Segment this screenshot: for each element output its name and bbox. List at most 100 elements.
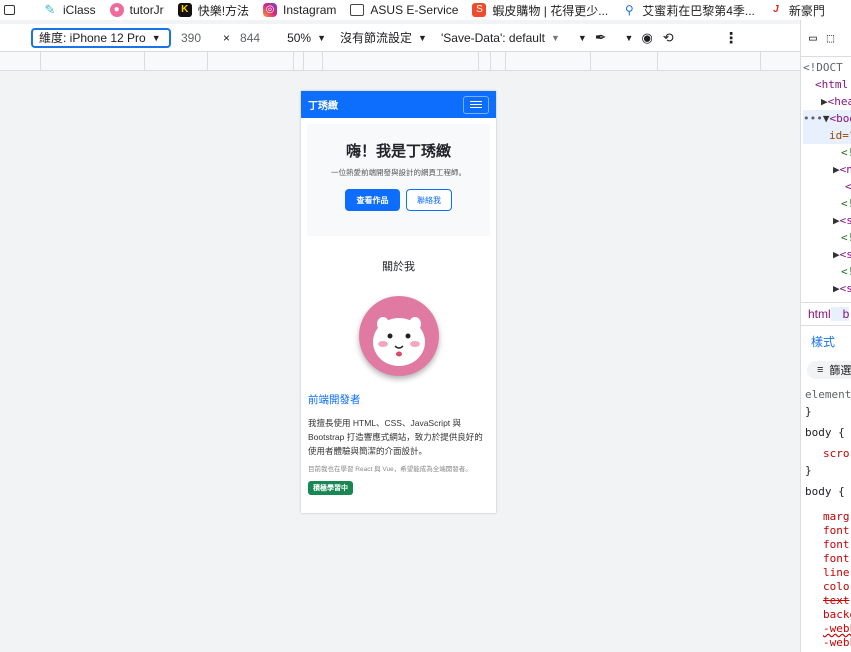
expand-icon[interactable]: ▶ (833, 282, 840, 295)
about-description: 我擅長使用 HTML、CSS、JavaScript 與 Bootstrap 打造… (308, 418, 483, 456)
instagram-icon: ◎ (263, 3, 278, 17)
css-prop-line[interactable]: font (805, 524, 851, 538)
dom-line[interactable]: <! (803, 144, 851, 161)
navbar-brand[interactable]: 丁琇緻 (308, 97, 338, 112)
css-prop-line[interactable]: colo (805, 580, 851, 594)
device-toolbar: 維度: iPhone 12 Pro ▼ 390 × 844 50% ▼ 沒有節流… (0, 24, 800, 52)
devtools-panel: ▭ ⬚ <!DOCT <html ▶<hea •••▼<bod id=" <! … (800, 20, 851, 652)
role-heading: 前端開發者 (308, 394, 361, 406)
chevron-down-icon[interactable]: ▼ (625, 33, 634, 43)
hamburger-icon (470, 101, 482, 102)
bookmark-asus[interactable]: ASUS E-Service (350, 3, 458, 17)
iclass-icon: ✎ (44, 2, 56, 17)
kuaile-icon: K (177, 3, 192, 17)
dom-line[interactable]: ▶<s (803, 246, 851, 263)
css-prop-line[interactable]: marg (805, 510, 851, 524)
css-rule-line: } (805, 464, 812, 477)
css-prop-line[interactable]: font (805, 552, 851, 566)
device-toggle-icon[interactable]: ▭ (809, 31, 817, 46)
navbar: 丁琇緻 (301, 91, 496, 118)
device-dimension-select[interactable]: 維度: iPhone 12 Pro ▼ (31, 27, 171, 48)
css-prop-line[interactable]: font (805, 538, 851, 552)
dom-line[interactable]: ▶<n (803, 161, 851, 178)
dom-line[interactable]: <! (803, 195, 851, 212)
bookmark-label: ASUS E-Service (370, 3, 459, 17)
dom-line[interactable]: <html (803, 76, 851, 93)
filter-icon: ≡ (817, 364, 824, 376)
media-query-ruler (0, 52, 800, 71)
hero-title: 嗨！我是丁琇緻 (345, 143, 451, 160)
bookmark-iclass[interactable]: ✎ iClass (43, 2, 96, 18)
bookmark-label: iClass (63, 3, 96, 17)
save-data-select[interactable]: 'Save-Data': default ▼ (441, 31, 560, 45)
menu-toggle-button[interactable] (463, 95, 489, 114)
height-input[interactable]: 844 (240, 31, 260, 45)
more-options-icon[interactable]: ⋮ (724, 29, 739, 47)
css-rule-line: } (805, 405, 812, 418)
inspect-icon[interactable]: ⬚ (827, 31, 834, 45)
dom-line[interactable]: ▶<s (803, 212, 851, 229)
status-badge: 積極學習中 (308, 481, 353, 495)
contact-button[interactable]: 聯絡我 (406, 189, 452, 211)
rotate-icon[interactable]: ⟲ (663, 30, 674, 46)
styles-filter-input[interactable]: ≡ 篩選 (807, 361, 851, 379)
bookmark-tutorjr[interactable]: ● tutorJr (109, 3, 164, 17)
devtools-toolbar: ▭ ⬚ (801, 20, 851, 57)
breadcrumb-body[interactable]: b (830, 307, 850, 321)
bookmark-shopee[interactable]: S 蝦皮購物 | 花得更少... (472, 2, 608, 19)
css-prop-line[interactable]: line (805, 566, 851, 580)
expand-icon[interactable]: ▶ (833, 214, 840, 227)
eyedropper-icon[interactable]: ✒ (595, 29, 607, 46)
dom-line[interactable]: </ (803, 178, 851, 195)
bookmark-label: tutorJr (129, 3, 164, 17)
shopee-icon: S (472, 3, 487, 17)
character-icon (372, 317, 425, 366)
hero-section: 嗨！我是丁琇緻 一位熱愛前端開發與設計的網頁工程師。 查看作品 聯絡我 (307, 124, 490, 236)
css-rule-line[interactable]: scro (805, 445, 851, 462)
chevron-down-icon[interactable]: ▼ (578, 33, 587, 43)
avatar (358, 296, 439, 376)
css-rule-line: body { (805, 485, 845, 498)
css-prop-line[interactable]: -webk (805, 622, 851, 636)
bookmark-window[interactable] (4, 5, 21, 15)
bookmarks-bar: ✎ iClass ● tutorJr K 快樂!方法 ◎ Instagram A… (0, 0, 851, 20)
dom-line[interactable]: ▶<s (803, 280, 851, 297)
about-title: 關於我 (382, 261, 415, 273)
expand-icon[interactable]: ▶ (833, 163, 840, 176)
search-icon: ⚲ (624, 3, 634, 17)
dom-line[interactable]: <! (803, 229, 851, 246)
width-input[interactable]: 390 (181, 31, 201, 45)
hero-subtitle: 一位熱愛前端開發與設計的網頁工程師。 (331, 168, 466, 177)
dom-line[interactable]: ▶<hea (803, 93, 851, 110)
zoom-select[interactable]: 50% ▼ (287, 31, 326, 45)
dom-line[interactable]: <!DOCT (803, 59, 851, 76)
bookmark-emily[interactable]: ⚲ 艾蜜莉在巴黎第4季... (622, 2, 755, 19)
tab-styles[interactable]: 樣式 (811, 333, 835, 350)
bookmark-j[interactable]: J 新豪門 (769, 2, 825, 19)
dom-line[interactable]: <! (803, 263, 851, 280)
css-prop-line[interactable]: backg (805, 608, 851, 622)
dom-line[interactable]: id=" (803, 127, 851, 144)
expand-icon[interactable]: ▶ (821, 95, 828, 108)
css-prop-line[interactable]: text (805, 594, 851, 608)
j-icon: J (773, 4, 779, 15)
throttle-label: 沒有節流設定 (340, 31, 413, 45)
bookmark-kuaile[interactable]: K 快樂!方法 (177, 2, 249, 19)
view-portfolio-button[interactable]: 查看作品 (345, 189, 400, 211)
chevron-down-icon: ▼ (418, 32, 427, 43)
times-label: × (223, 30, 231, 45)
dom-line-selected[interactable]: •••▼<bod (803, 110, 851, 127)
filter-placeholder: 篩選 (829, 365, 851, 377)
css-prop-line[interactable]: -webk (805, 636, 851, 650)
breadcrumb-html[interactable]: html (801, 307, 831, 321)
eye-icon[interactable]: ◉ (641, 30, 652, 46)
bookmark-instagram[interactable]: ◎ Instagram (263, 3, 336, 17)
bookmark-label: 新豪門 (788, 3, 825, 18)
tutorjr-icon: ● (109, 3, 124, 17)
folder-icon (350, 4, 365, 16)
expand-icon[interactable]: ▶ (833, 248, 840, 261)
throttle-select[interactable]: 沒有節流設定 ▼ (340, 29, 427, 46)
chevron-down-icon: ▼ (317, 32, 327, 43)
dimension-label: 維度: iPhone 12 Pro (39, 31, 146, 45)
css-rule-line: body { (805, 426, 845, 439)
